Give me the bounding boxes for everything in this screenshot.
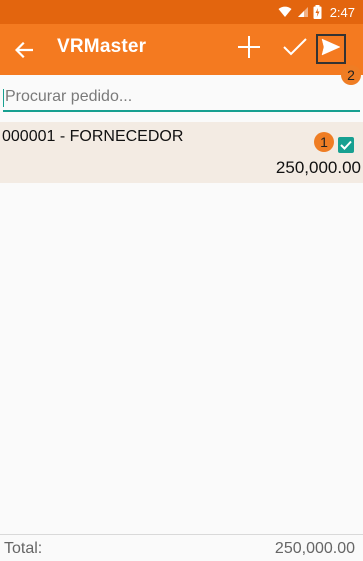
send-icon xyxy=(321,38,341,60)
annotation-marker-1: 1 xyxy=(314,132,334,152)
battery-charging-icon xyxy=(313,5,322,19)
signal-icon xyxy=(296,6,309,18)
back-arrow-icon[interactable] xyxy=(10,36,38,64)
orders-list: 000001 - FORNECEDOR 250,000.00 xyxy=(0,122,363,183)
order-title: 000001 - FORNECEDOR xyxy=(2,128,184,145)
list-item[interactable]: 000001 - FORNECEDOR 250,000.00 xyxy=(0,122,363,183)
status-time: 2:47 xyxy=(329,4,355,20)
search-input[interactable] xyxy=(3,84,360,112)
send-button[interactable] xyxy=(316,34,346,64)
check-icon xyxy=(283,37,307,61)
total-label: Total: xyxy=(4,540,43,557)
wifi-icon xyxy=(278,6,292,18)
confirm-button[interactable] xyxy=(280,34,310,64)
annotation-marker-2: 2 xyxy=(341,65,361,85)
add-icon xyxy=(237,35,261,63)
app-bar: VRMaster xyxy=(0,24,363,75)
status-bar: 2:47 xyxy=(0,0,363,24)
page-title: VRMaster xyxy=(57,36,147,57)
total-footer: Total: 250,000.00 xyxy=(0,534,363,561)
add-button[interactable] xyxy=(234,34,264,64)
order-checkbox[interactable] xyxy=(338,137,354,153)
order-value: 250,000.00 xyxy=(275,158,361,177)
total-value: 250,000.00 xyxy=(274,540,355,557)
search-bar xyxy=(3,84,360,112)
text-cursor xyxy=(3,89,4,107)
